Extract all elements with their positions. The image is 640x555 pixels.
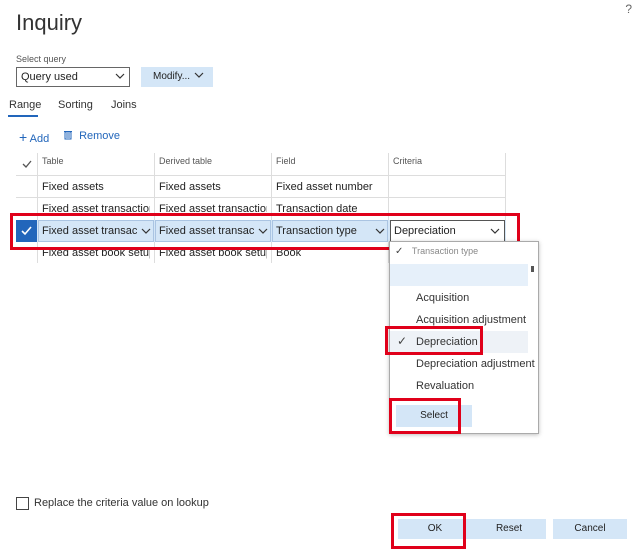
- cancel-button[interactable]: Cancel: [553, 519, 627, 539]
- column-header-field[interactable]: Field: [276, 156, 296, 174]
- modify-button[interactable]: Modify...: [141, 67, 213, 87]
- highlight-box: [391, 513, 466, 549]
- replace-criteria-label: Replace the criteria value on lookup: [34, 497, 209, 509]
- scrollbar-thumb[interactable]: [531, 266, 534, 272]
- remove-button[interactable]: Remove: [63, 129, 120, 142]
- tab-range[interactable]: Range: [9, 99, 41, 111]
- table-cell[interactable]: Fixed asset number: [276, 181, 384, 193]
- chevron-down-icon: [194, 72, 204, 78]
- modify-button-label: Modify...: [153, 71, 191, 82]
- highlight-box: [385, 326, 483, 355]
- tab-sorting[interactable]: Sorting: [58, 99, 93, 111]
- grid-divider: [16, 175, 506, 176]
- dropdown-option[interactable]: Revaluation: [416, 380, 474, 392]
- trash-icon: [64, 131, 72, 140]
- remove-button-label: Remove: [79, 130, 121, 142]
- dropdown-header-label: Transaction type: [411, 246, 479, 256]
- highlight-box: [389, 398, 461, 434]
- tab-joins[interactable]: Joins: [111, 99, 137, 111]
- table-cell[interactable]: Fixed assets: [159, 181, 267, 193]
- dropdown-option[interactable]: Depreciation adjustment: [416, 358, 535, 370]
- table-cell[interactable]: Fixed assets: [42, 181, 150, 193]
- help-icon[interactable]: ?: [625, 2, 632, 16]
- plus-icon: +: [19, 129, 28, 145]
- dropdown-option[interactable]: Acquisition adjustment: [416, 314, 526, 326]
- active-tab-indicator: [8, 115, 38, 117]
- select-all-check-icon[interactable]: [21, 158, 33, 170]
- query-select[interactable]: Query used: [16, 67, 130, 87]
- check-icon: ✓: [395, 246, 404, 257]
- page-title: Inquiry: [16, 10, 83, 35]
- reset-button[interactable]: Reset: [472, 519, 546, 539]
- dropdown-option[interactable]: Acquisition: [416, 292, 469, 304]
- column-header-derived-table[interactable]: Derived table: [159, 156, 212, 174]
- chevron-down-icon: [115, 73, 125, 79]
- column-header-table[interactable]: Table: [42, 156, 64, 174]
- query-select-value: Query used: [21, 71, 78, 83]
- add-button[interactable]: + Add: [19, 129, 49, 145]
- column-header-criteria[interactable]: Criteria: [393, 156, 422, 174]
- add-button-label: Add: [29, 133, 50, 145]
- dropdown-header: ✓ Transaction type: [395, 246, 478, 257]
- replace-criteria-checkbox[interactable]: [16, 497, 29, 510]
- lookup-filter-input[interactable]: [390, 264, 528, 286]
- select-query-label: Select query: [16, 54, 67, 64]
- grid-divider: [16, 197, 506, 198]
